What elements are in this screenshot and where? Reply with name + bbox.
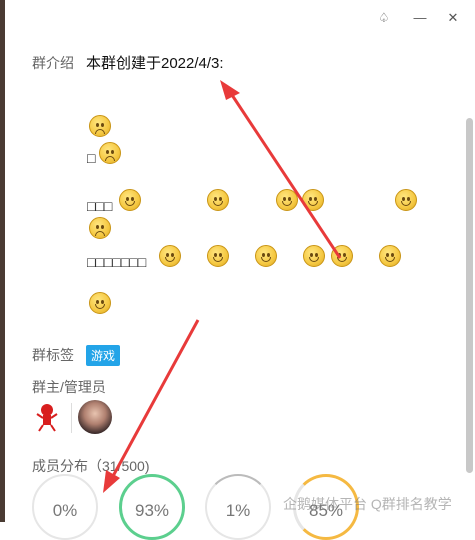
watermark: 企鹅媒体平台 Q群排名教学 [283, 496, 452, 512]
annotation-arrows [103, 80, 342, 493]
